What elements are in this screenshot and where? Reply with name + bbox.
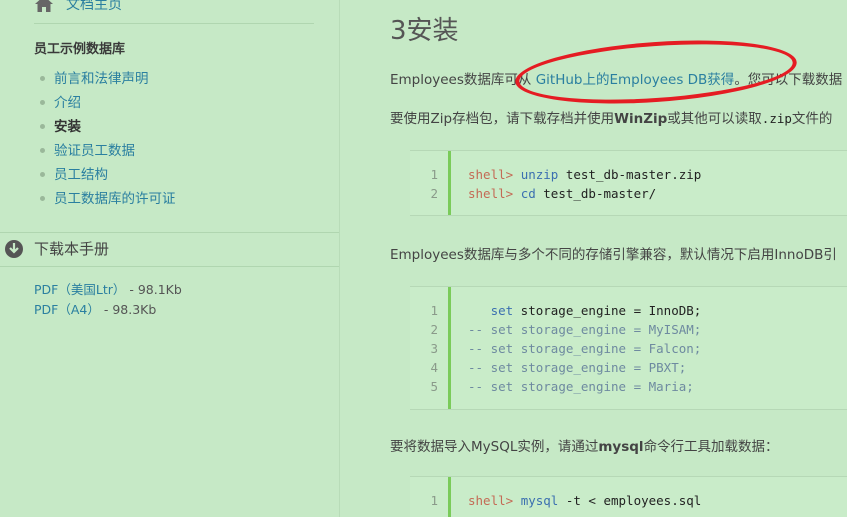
args: test_db-master.zip	[558, 167, 702, 182]
comment: --	[468, 322, 484, 337]
bullet-icon	[40, 124, 45, 129]
bullet-icon	[40, 196, 45, 201]
text: 或其他可以读取	[667, 111, 762, 127]
bullet-icon	[40, 148, 45, 153]
divider	[0, 232, 339, 233]
keyword: set	[483, 341, 514, 356]
toc-item-label[interactable]: 员工数据库的许可证	[54, 191, 176, 207]
download-item: PDF（A4） - 98.3Kb	[34, 300, 182, 320]
sidebar: 文档主页 员工示例数据库 前言和法律声明 介绍 安装 验证员工数据 员工结构 员…	[0, 0, 340, 517]
file-size: - 98.3Kb	[99, 302, 157, 317]
keyword: set	[483, 360, 514, 375]
toc-item-label[interactable]: 安装	[54, 119, 81, 135]
prompt: shell>	[468, 493, 514, 508]
download-header: 下载本手册	[4, 238, 109, 259]
text: Employees数据库可从	[390, 72, 536, 88]
code-line: 1 shell> mysql -t < employees.sql	[410, 491, 847, 510]
pdf-ltr-link[interactable]: PDF（美国Ltr）	[34, 282, 125, 297]
comment: --	[468, 379, 484, 394]
bullet-icon	[40, 100, 45, 105]
download-item: PDF（美国Ltr） - 98.1Kb	[34, 280, 182, 300]
line-number: 3	[430, 341, 438, 356]
code-line: 2 shell> cd test_db-master/	[410, 184, 847, 203]
divider	[0, 266, 339, 267]
line-number: 2	[430, 186, 438, 201]
text: 命令行工具加载数据：	[643, 439, 779, 455]
keyword: set	[483, 322, 514, 337]
comment: --	[468, 360, 484, 375]
line-number: 4	[430, 360, 438, 375]
args: -t < employees.sql	[558, 493, 702, 508]
code-line: 3 -- set storage_engine = Falcon;	[410, 339, 847, 358]
section-title: 员工示例数据库	[34, 42, 126, 57]
line-number: 1	[430, 303, 438, 318]
code-line: 4 -- set storage_engine = PBXT;	[410, 358, 847, 377]
home-icon	[35, 0, 53, 12]
line-number: 1	[430, 493, 438, 508]
download-title: 下载本手册	[34, 240, 110, 258]
toc-item-license[interactable]: 员工数据库的许可证	[40, 188, 176, 212]
text: 要使用Zip存档包，请下载存档并使用	[390, 111, 615, 127]
command: cd	[520, 186, 536, 201]
comment: --	[468, 341, 484, 356]
bullet-icon	[40, 76, 45, 81]
divider	[34, 23, 314, 24]
args: test_db-master/	[535, 186, 657, 201]
line-number: 1	[430, 167, 438, 182]
home-label[interactable]: 文档主页	[66, 0, 122, 14]
toc-item-label[interactable]: 员工结构	[54, 167, 108, 183]
statement: storage_engine = Falcon;	[513, 341, 702, 356]
bullet-icon	[40, 172, 45, 177]
prompt: shell>	[468, 186, 514, 201]
prompt: shell>	[468, 167, 514, 182]
line-number: 5	[430, 379, 438, 394]
toc-item-label[interactable]: 前言和法律声明	[54, 71, 149, 87]
code-block-engine: 1 set storage_engine = InnoDB; 2 -- set s…	[410, 286, 847, 410]
statement: storage_engine = PBXT;	[513, 360, 687, 375]
code-line: 1 set storage_engine = InnoDB;	[410, 301, 847, 320]
download-icon	[5, 239, 23, 258]
toc-item-label[interactable]: 验证员工数据	[54, 143, 135, 159]
winzip-bold: WinZip	[614, 111, 668, 127]
command: mysql	[520, 493, 559, 508]
statement: storage_engine = InnoDB;	[513, 303, 702, 318]
page-title: 3安装	[390, 16, 459, 46]
code-block-mysql: 1 shell> mysql -t < employees.sql	[410, 476, 847, 517]
code-block-unzip: 1 shell> unzip test_db-master.zip 2 shell>…	[410, 150, 847, 216]
code-line: 5 -- set storage_engine = Maria;	[410, 377, 847, 396]
toc-list: 前言和法律声明 介绍 安装 验证员工数据 员工结构 员工数据库的许可证	[40, 68, 176, 212]
statement: storage_engine = MyISAM;	[513, 322, 702, 337]
code-line: 2 -- set storage_engine = MyISAM;	[410, 320, 847, 339]
keyword: set	[468, 303, 514, 318]
inline-code: .zip	[761, 111, 792, 126]
text: 文件的	[791, 111, 833, 127]
toc-item-install[interactable]: 安装	[40, 116, 176, 140]
toc-item-structure[interactable]: 员工结构	[40, 164, 176, 188]
paragraph-import: 要将数据导入MySQL实例，请通过mysql命令行工具加载数据：	[390, 435, 779, 455]
toc-item-label[interactable]: 介绍	[54, 95, 81, 111]
paragraph-engines: Employees数据库与多个不同的存储引擎兼容，默认情况下启用InnoDB引	[390, 247, 837, 263]
text: 要将数据导入MySQL实例，请通过	[390, 439, 599, 455]
toc-item-preface[interactable]: 前言和法律声明	[40, 68, 176, 92]
code-line: 1 shell> unzip test_db-master.zip	[410, 165, 847, 184]
toc-item-intro[interactable]: 介绍	[40, 92, 176, 116]
mysql-bold: mysql	[598, 439, 644, 455]
file-size: - 98.1Kb	[125, 282, 182, 297]
paragraph-zip: 要使用Zip存档包，请下载存档并使用WinZip或其他可以读取.zip文件的	[390, 107, 832, 127]
pdf-a4-link[interactable]: PDF（A4）	[34, 302, 100, 317]
home-link[interactable]: 文档主页	[34, 0, 122, 14]
toc-item-validate[interactable]: 验证员工数据	[40, 140, 176, 164]
line-number: 2	[430, 322, 438, 337]
command: unzip	[520, 167, 559, 182]
keyword: set	[483, 379, 514, 394]
statement: storage_engine = Maria;	[513, 379, 694, 394]
download-links: PDF（美国Ltr） - 98.1Kb PDF（A4） - 98.3Kb	[34, 280, 182, 320]
